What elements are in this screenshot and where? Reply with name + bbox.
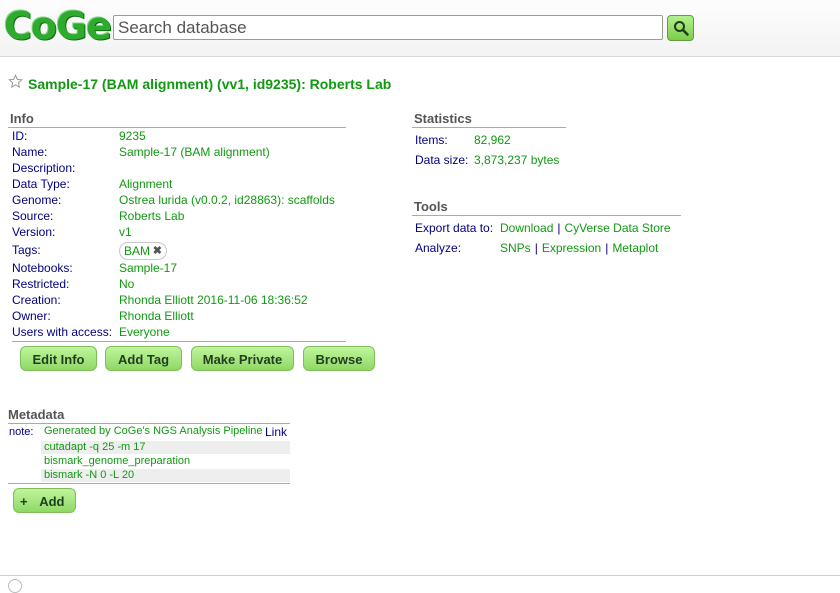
info-row-source: Source: Roberts Lab <box>12 208 346 224</box>
info-row-name: Name: Sample-17 (BAM alignment) <box>12 144 346 160</box>
info-row-restricted: Restricted: No <box>12 276 346 292</box>
info-value: Rhonda Elliott 2016-11-06 18:36:52 <box>119 293 308 307</box>
stat-label: Items: <box>415 133 448 147</box>
genome-link[interactable]: Ostrea lurida (v0.0.2, id28863): scaffol… <box>119 192 335 208</box>
analyze-label: Analyze: <box>415 241 462 255</box>
download-link[interactable]: Download <box>500 221 553 235</box>
stat-items: Items: 82,962 <box>415 132 615 148</box>
info-row-id: ID: 9235 <box>12 128 346 144</box>
info-row-genome: Genome: Ostrea lurida (v0.0.2, id28863):… <box>12 192 346 208</box>
search-input[interactable] <box>113 15 663 40</box>
metadata-heading: Metadata <box>8 406 290 424</box>
metadata-key: note: <box>9 426 34 438</box>
info-table: ID: 9235 Name: Sample-17 (BAM alignment)… <box>12 128 346 340</box>
tag-label: BAM <box>124 244 151 258</box>
metadata-line: cutadapt -q 25 -m 17 <box>41 441 290 454</box>
info-key: Users with access: <box>12 325 113 339</box>
export-row: Export data to: Download | CyVerse Data St… <box>415 220 705 236</box>
plus-icon: + <box>20 494 28 509</box>
add-metadata-button[interactable]: + Add <box>13 488 76 513</box>
info-row-tags: Tags: BAM ✖ <box>12 242 346 260</box>
info-row-users-access: Users with access: Everyone <box>12 324 346 340</box>
close-icon[interactable]: ✖ <box>153 243 162 259</box>
notebook-link[interactable]: Sample-17 <box>119 260 177 276</box>
info-key: Restricted: <box>12 277 70 291</box>
metadata-line: Generated by CoGe's NGS Analysis Pipelin… <box>44 425 263 437</box>
info-value: Sample-17 (BAM alignment) <box>119 145 270 159</box>
metadata-link[interactable]: Link <box>265 425 287 439</box>
info-value: Roberts Lab <box>119 209 185 223</box>
info-row-creation: Creation: Rhonda Elliott 2016-11-06 18:3… <box>12 292 346 308</box>
info-key: ID: <box>12 129 28 143</box>
info-value: 9235 <box>119 129 146 143</box>
info-key: Description: <box>12 161 76 175</box>
tag-chip[interactable]: BAM ✖ <box>119 242 168 260</box>
info-key: Owner: <box>12 309 51 323</box>
info-heading: Info <box>8 110 346 128</box>
page-title: Sample-17 (BAM alignment) (vv1, id9235):… <box>28 76 392 92</box>
stat-label: Data size: <box>415 153 469 167</box>
footer-icon <box>8 579 22 593</box>
separator: | <box>557 221 561 235</box>
browse-button[interactable]: Browse <box>303 346 375 371</box>
snps-link[interactable]: SNPs <box>500 241 531 255</box>
info-key: Data Type: <box>12 177 70 191</box>
footer-divider <box>0 575 840 576</box>
metadata-line: bismark_genome_preparation <box>44 455 191 467</box>
info-row-notebooks: Notebooks: Sample-17 <box>12 260 346 276</box>
stat-value: 3,873,237 bytes <box>474 153 560 167</box>
analyze-row: Analyze: SNPs | Expression | Metaplot <box>415 240 705 256</box>
top-header: CoGe <box>0 0 840 57</box>
metadata-line: bismark -N 0 -L 20 <box>41 469 290 482</box>
stat-data-size: Data size: 3,873,237 bytes <box>415 152 615 168</box>
info-value: Alignment <box>119 177 173 191</box>
info-row-version: Version: v1 <box>12 224 346 240</box>
tools-heading: Tools <box>412 198 681 216</box>
stat-value: 82,962 <box>474 133 511 147</box>
metaplot-link[interactable]: Metaplot <box>612 241 658 255</box>
coge-logo[interactable]: CoGe <box>4 5 112 47</box>
add-label: Add <box>39 494 65 509</box>
metadata-divider <box>8 483 290 484</box>
separator: | <box>605 241 609 255</box>
edit-info-button[interactable]: Edit Info <box>20 346 97 371</box>
separator: | <box>534 241 538 255</box>
info-row-data-type: Data Type: Alignment <box>12 176 346 192</box>
statistics-heading: Statistics <box>412 110 566 128</box>
info-key: Notebooks: <box>12 261 73 275</box>
search-button[interactable] <box>667 15 694 41</box>
info-key: Creation: <box>12 293 61 307</box>
cyverse-link[interactable]: CyVerse Data Store <box>565 221 671 235</box>
make-private-button[interactable]: Make Private <box>191 346 294 371</box>
info-value: Rhonda Elliott <box>119 309 194 323</box>
expression-link[interactable]: Expression <box>542 241 601 255</box>
info-key: Version: <box>12 225 56 239</box>
favorite-star-icon[interactable] <box>8 74 23 89</box>
info-key: Name: <box>12 145 48 159</box>
export-label: Export data to: <box>415 221 494 235</box>
search-icon <box>674 21 689 36</box>
info-value: No <box>119 277 135 291</box>
info-row-owner: Owner: Rhonda Elliott <box>12 308 346 324</box>
info-value: Everyone <box>119 325 170 339</box>
info-key: Genome: <box>12 193 62 207</box>
info-key: Tags: <box>12 243 41 257</box>
info-value: v1 <box>119 225 132 239</box>
info-key: Source: <box>12 209 54 223</box>
add-tag-button[interactable]: Add Tag <box>105 346 182 371</box>
info-divider <box>12 341 346 342</box>
info-row-description: Description: <box>12 160 346 176</box>
